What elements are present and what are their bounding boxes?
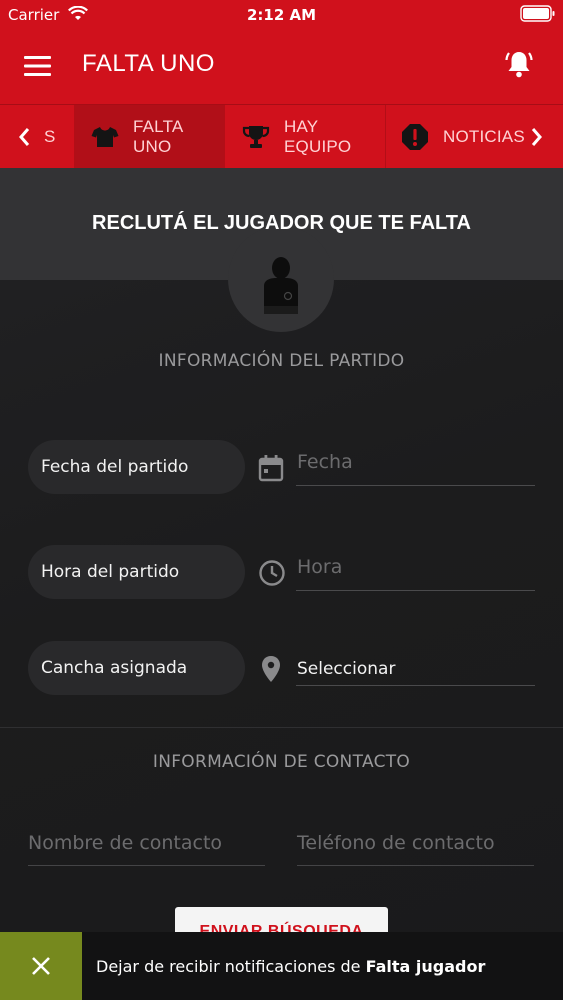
contact-phone-input[interactable]: Teléfono de contacto [297,832,495,854]
alert-icon [401,123,429,151]
hero-title: RECLUTÁ EL JUGADOR QUE TE FALTA [92,212,471,234]
clock-icon[interactable] [258,559,286,591]
tab-falta-uno[interactable]: FALTA UNO [75,105,224,169]
snackbar-message: Dejar de recibir notificaciones de Falta… [96,957,485,976]
shirt-icon [91,125,119,149]
snackbar-close-button[interactable] [0,932,82,1000]
time-label: Hora del partido [28,545,245,599]
contact-info-title: INFORMACIÓN DE CONTACTO [152,752,411,772]
close-icon [31,956,51,976]
app-bar: Carrier 2:12 AM FALTA UNO [0,0,563,104]
chevron-left-icon[interactable] [18,127,30,151]
tab-bar: S FALTA UNO HAY EQUIPO NOTICIAS [0,104,563,169]
page-title: FALTA UNO [82,50,215,77]
avatar [228,226,334,332]
bell-alert-icon[interactable] [504,49,534,83]
form-background [0,280,563,1000]
section-divider [0,727,563,728]
contact-name-input[interactable]: Nombre de contacto [28,832,222,854]
match-info-title: INFORMACIÓN DEL PARTIDO [158,351,405,371]
location-pin-icon[interactable] [261,655,281,687]
time-underline [296,590,535,591]
tab-previous-partial[interactable]: S [44,105,74,169]
contact-phone-underline [297,865,534,866]
date-underline [296,485,535,486]
hamburger-menu-icon[interactable] [24,55,52,81]
tab-noticias[interactable]: NOTICIAS [386,105,525,169]
tab-label: HAY EQUIPO [284,117,352,156]
date-input[interactable]: Fecha [297,451,353,473]
court-underline [296,685,535,686]
snackbar-text-prefix: Dejar de recibir notificaciones de [96,957,366,976]
tab-label: FALTA UNO [133,117,183,156]
calendar-icon[interactable] [258,454,284,486]
battery-icon [520,5,556,27]
player-icon [260,256,302,320]
court-label: Cancha asignada [28,641,245,695]
tab-label: NOTICIAS [443,127,525,146]
contact-name-underline [28,865,265,866]
trophy-icon [242,124,270,150]
tab-hay-equipo[interactable]: HAY EQUIPO [225,105,385,169]
time-input[interactable]: Hora [297,556,342,578]
court-select[interactable]: Seleccionar [297,659,395,679]
tab-label: S [44,127,56,146]
snackbar-text-bold: Falta jugador [365,957,486,976]
date-label: Fecha del partido [28,440,245,494]
chevron-right-icon[interactable] [531,127,543,151]
status-time: 2:12 AM [246,6,317,24]
